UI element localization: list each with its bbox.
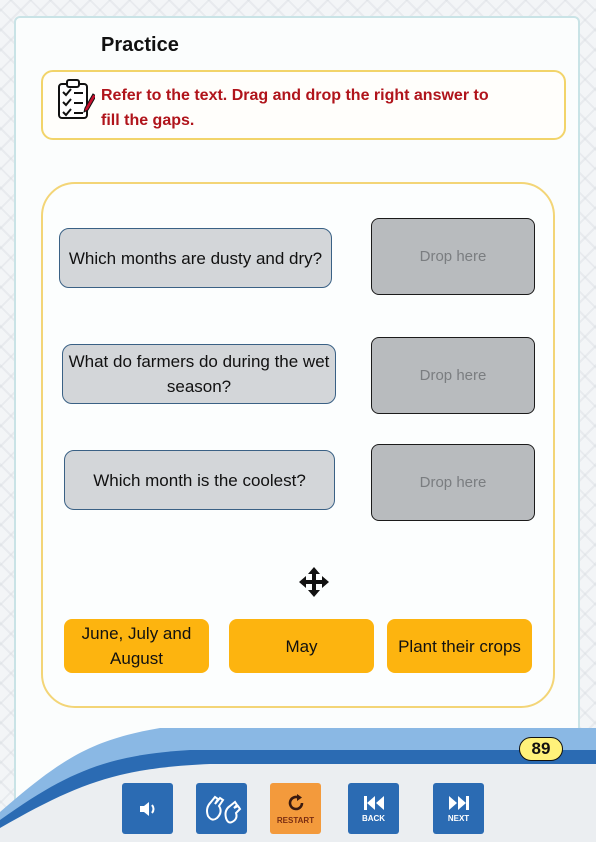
instruction-box: Refer to the text. Drag and drop the rig… [41, 70, 566, 140]
restart-icon [288, 794, 303, 811]
move-icon[interactable] [298, 566, 330, 598]
next-button[interactable]: NEXT [433, 783, 484, 834]
page-number: 89 [519, 737, 563, 761]
restart-button[interactable]: RESTART [270, 783, 321, 834]
answer-chip[interactable]: Plant their crops [387, 619, 532, 673]
drop-zone[interactable]: Drop here [371, 444, 535, 521]
question-card: Which month is the coolest? [64, 450, 335, 510]
checklist-icon [58, 79, 95, 119]
drop-zone[interactable]: Drop here [371, 218, 535, 295]
speaker-icon [139, 801, 154, 816]
next-label: NEXT [447, 814, 470, 823]
back-button[interactable]: BACK [348, 783, 399, 834]
next-icon [448, 796, 469, 810]
restart-label: RESTART [276, 816, 315, 825]
back-label: BACK [361, 814, 386, 823]
drop-zone[interactable]: Drop here [371, 337, 535, 414]
page-title: Practice [101, 34, 179, 56]
audio-button[interactable] [122, 783, 173, 834]
sign-language-icon [205, 795, 241, 823]
instruction-text: Refer to the text. Drag and drop the rig… [101, 87, 489, 129]
answer-chip[interactable]: May [229, 619, 374, 673]
sign-language-button[interactable] [196, 783, 247, 834]
question-card: Which months are dusty and dry? [59, 228, 332, 288]
question-card: What do farmers do during the wet season… [62, 344, 336, 404]
answer-chip[interactable]: June, July and August [64, 619, 209, 673]
back-icon [363, 796, 384, 810]
